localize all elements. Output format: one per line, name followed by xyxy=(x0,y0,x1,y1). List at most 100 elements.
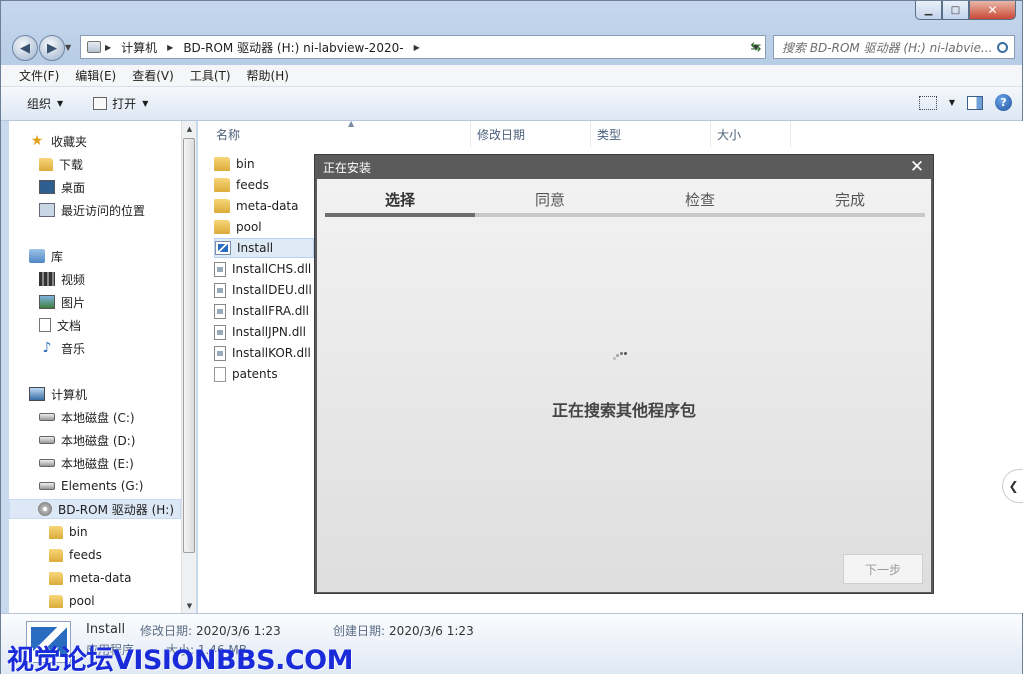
nav-scrollbar[interactable]: ▲ ▼ xyxy=(181,121,196,613)
next-button[interactable]: 下一步 xyxy=(843,554,923,584)
breadcrumb-separator-icon[interactable]: ▶ xyxy=(101,43,115,52)
file-row-installfra[interactable]: InstallFRA.dll xyxy=(214,301,309,321)
nav-recent[interactable]: 最近访问的位置 xyxy=(39,200,145,220)
nav-documents[interactable]: 文档 xyxy=(39,315,81,335)
nav-label: feeds xyxy=(69,548,102,562)
file-row-feeds[interactable]: feeds xyxy=(214,175,269,195)
nav-pictures[interactable]: 图片 xyxy=(39,292,85,312)
nav-label: 视频 xyxy=(61,272,86,287)
nav-sub-meta-data[interactable]: meta-data xyxy=(49,568,132,588)
column-name[interactable]: 名称 ▲ xyxy=(210,119,471,147)
search-input[interactable]: 搜索 BD-ROM 驱动器 (H:) ni-labvie... xyxy=(773,35,1015,59)
scroll-thumb[interactable] xyxy=(183,138,195,553)
file-name: InstallCHS.dll xyxy=(232,262,312,276)
help-icon[interactable]: ? xyxy=(995,94,1012,111)
chevron-left-icon[interactable]: ❮ xyxy=(1002,469,1023,503)
dialog-close-icon[interactable]: ✕ xyxy=(907,156,927,178)
dialog-status-text: 正在搜索其他程序包 xyxy=(551,401,696,420)
desktop-icon xyxy=(39,180,55,194)
step-indicator: 选择 同意 检查 完成 xyxy=(325,185,925,217)
nav-sub-bin[interactable]: bin xyxy=(49,522,88,542)
nav-drive-h[interactable]: BD-ROM 驱动器 (H:) xyxy=(9,499,181,519)
nav-label: pool xyxy=(69,594,95,608)
file-row-meta-data[interactable]: meta-data xyxy=(214,196,299,216)
file-row-installjpn[interactable]: InstallJPN.dll xyxy=(214,322,306,342)
scroll-down-icon[interactable]: ▼ xyxy=(182,598,197,613)
address-row: ◀ ▶ ▼ ▶ 计算机 ▶ BD-ROM 驱动器 (H:) ni-labview… xyxy=(1,31,1022,63)
nav-drive-d[interactable]: 本地磁盘 (D:) xyxy=(39,430,135,450)
column-type[interactable]: 类型 xyxy=(591,121,711,147)
dll-file-icon xyxy=(214,261,226,277)
close-button[interactable]: ✕ xyxy=(969,1,1016,20)
folder-icon xyxy=(214,178,230,192)
dll-file-icon xyxy=(214,303,226,319)
music-icon: ♪ xyxy=(42,340,52,356)
dll-file-icon xyxy=(214,282,226,298)
scroll-up-icon[interactable]: ▲ xyxy=(182,121,197,136)
recent-pages-dropdown[interactable]: ▼ xyxy=(65,43,71,52)
organize-button[interactable]: 组织 ▼ xyxy=(19,95,71,112)
preview-pane-icon[interactable] xyxy=(967,95,983,110)
nav-label: 本地磁盘 (C:) xyxy=(61,410,135,425)
refresh-button[interactable]: ⇆ xyxy=(745,35,767,59)
details-modified: 修改日期: 2020/3/6 1:23 xyxy=(140,622,281,639)
dialog-body: 选择 同意 检查 完成 正在搜索其他程序包 下一步 xyxy=(317,179,931,592)
video-icon xyxy=(39,272,55,286)
nav-label: meta-data xyxy=(69,571,132,585)
search-icon[interactable] xyxy=(997,41,1008,53)
step-label: 同意 xyxy=(534,191,565,209)
folder-icon xyxy=(214,220,230,234)
file-row-pool[interactable]: pool xyxy=(214,217,262,237)
menu-edit[interactable]: 编辑(E) xyxy=(67,67,124,84)
menu-view[interactable]: 查看(V) xyxy=(124,67,182,84)
breadcrumb-computer[interactable]: 计算机 xyxy=(115,39,163,56)
minimize-button[interactable]: ▁ xyxy=(915,1,942,20)
nav-sub-pool[interactable]: pool xyxy=(49,591,95,611)
breadcrumb-separator-icon[interactable]: ▶ xyxy=(410,43,424,52)
file-row-installchs[interactable]: InstallCHS.dll xyxy=(214,259,311,279)
nav-label: 收藏夹 xyxy=(51,134,88,149)
menu-help[interactable]: 帮助(H) xyxy=(239,67,297,84)
folder-icon xyxy=(214,199,230,213)
view-dropdown-icon[interactable]: ▼ xyxy=(949,98,955,107)
address-bar[interactable]: ▶ 计算机 ▶ BD-ROM 驱动器 (H:) ni-labview-2020-… xyxy=(80,35,766,59)
view-options-icon[interactable] xyxy=(918,95,937,110)
open-label: 打开 xyxy=(112,97,137,111)
dialog-title: 正在安装 xyxy=(323,160,372,175)
menu-tools[interactable]: 工具(T) xyxy=(182,67,239,84)
file-icon xyxy=(214,366,226,382)
file-row-bin[interactable]: bin xyxy=(214,154,255,174)
column-size[interactable]: 大小 xyxy=(711,121,791,147)
nav-music[interactable]: ♪ 音乐 xyxy=(39,338,85,358)
nav-label: 下载 xyxy=(59,157,84,172)
nav-favorites[interactable]: ★ 收藏夹 xyxy=(29,131,87,151)
nav-label: 计算机 xyxy=(51,387,88,402)
nav-drive-g[interactable]: Elements (G:) xyxy=(39,476,143,496)
file-row-installdeu[interactable]: InstallDEU.dll xyxy=(214,280,312,300)
file-row-patents[interactable]: patents xyxy=(214,364,278,384)
back-arrow-icon: ◀ xyxy=(20,40,30,56)
file-row-installkor[interactable]: InstallKOR.dll xyxy=(214,343,311,363)
folder-icon xyxy=(49,548,63,562)
nav-libraries[interactable]: 库 xyxy=(29,246,63,266)
forward-button[interactable]: ▶ xyxy=(39,35,65,61)
nav-videos[interactable]: 视频 xyxy=(39,269,85,289)
back-button[interactable]: ◀ xyxy=(12,35,38,61)
nav-downloads[interactable]: 下载 xyxy=(39,154,83,174)
nav-drive-c[interactable]: 本地磁盘 (C:) xyxy=(39,407,135,427)
chevron-down-icon: ▼ xyxy=(142,99,149,108)
maximize-button[interactable]: □ xyxy=(942,1,969,20)
breadcrumb-drive[interactable]: BD-ROM 驱动器 (H:) ni-labview-2020- xyxy=(177,39,409,56)
menu-file[interactable]: 文件(F) xyxy=(11,67,67,84)
nav-computer[interactable]: 计算机 xyxy=(29,384,87,404)
file-row-install[interactable]: Install xyxy=(214,238,314,258)
column-modified[interactable]: 修改日期 xyxy=(471,121,591,147)
open-button[interactable]: 打开 ▼ xyxy=(85,95,156,112)
breadcrumb-separator-icon[interactable]: ▶ xyxy=(163,43,177,52)
nav-desktop[interactable]: 桌面 xyxy=(39,177,85,197)
library-icon xyxy=(29,249,45,263)
nav-drive-e[interactable]: 本地磁盘 (E:) xyxy=(39,453,134,473)
nav-label: 本地磁盘 (E:) xyxy=(61,456,134,471)
nav-sub-feeds[interactable]: feeds xyxy=(49,545,102,565)
nav-label: 本地磁盘 (D:) xyxy=(61,433,136,448)
